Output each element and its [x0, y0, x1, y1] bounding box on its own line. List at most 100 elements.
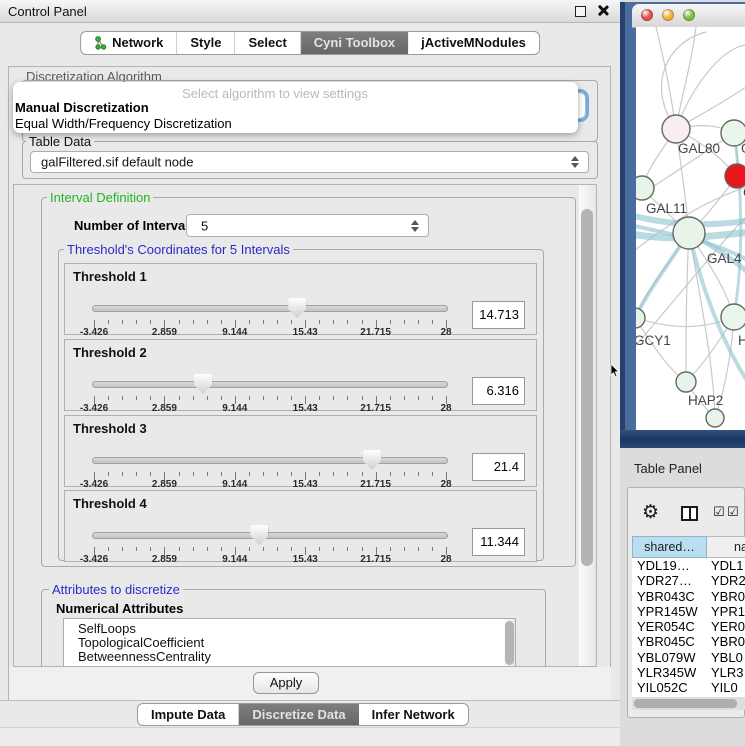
network-canvas[interactable]: GAL80GACGAL11GAL4GCY1HHAP2 — [636, 27, 745, 430]
gear-icon[interactable]: ⚙ — [642, 503, 659, 522]
number-of-intervals-combobox[interactable]: 5 — [186, 214, 429, 237]
attributes-group-title: Attributes to discretize — [49, 582, 183, 597]
slider-tick — [179, 547, 180, 551]
slider-tick — [193, 547, 194, 551]
slider-tick — [136, 547, 137, 551]
network-node[interactable] — [676, 372, 696, 392]
table-row[interactable]: YER054C YER0 — [632, 619, 745, 634]
attribute-item[interactable]: SelfLoops — [64, 622, 515, 636]
tab-style[interactable]: Style — [177, 32, 235, 54]
network-window-titlebar[interactable] — [632, 4, 745, 28]
slider-tick — [263, 547, 264, 551]
slider-tick — [122, 396, 123, 400]
bottom-tab-discretize-data[interactable]: Discretize Data — [239, 704, 358, 725]
slider-tick — [122, 472, 123, 476]
network-edge[interactable] — [686, 233, 689, 382]
threshold-value-field[interactable]: 6.316 — [472, 377, 525, 405]
node-label: GCY1 — [636, 333, 671, 348]
settings-scrollbar[interactable] — [579, 185, 596, 666]
slider-thumb[interactable] — [288, 298, 306, 318]
combo-spinner-icon[interactable] — [571, 156, 579, 168]
tab-network[interactable]: Network — [81, 32, 177, 54]
table-data-combobox[interactable]: galFiltered.sif default node — [30, 151, 589, 173]
network-node[interactable] — [673, 217, 705, 249]
cell-shared-name: YER054C — [637, 619, 695, 634]
combo-spinner-icon[interactable] — [411, 220, 419, 232]
table-row[interactable]: YLR345WYLR3 — [632, 665, 745, 680]
minimize-traffic-light-icon[interactable] — [662, 9, 674, 21]
network-window-bottom-frame — [620, 430, 745, 448]
numerical-attributes-list[interactable]: SelfLoopsTopologicalCoefficientBetweenne… — [63, 618, 516, 667]
slider-tick — [347, 472, 348, 476]
bottom-tab-infer-network[interactable]: Infer Network — [359, 704, 468, 725]
slider-tick — [108, 396, 109, 400]
network-node[interactable] — [706, 409, 724, 427]
checkbox-icon[interactable]: ☑ — [727, 505, 739, 520]
slider-thumb[interactable] — [363, 450, 381, 470]
tab-label: Impute Data — [151, 703, 225, 726]
table-horizontal-scrollbar[interactable] — [632, 697, 745, 710]
cell-name: YER0 — [711, 619, 745, 634]
attribute-item[interactable]: TopologicalCoefficient — [64, 636, 515, 650]
close-icon[interactable] — [597, 5, 608, 16]
slider-tick-label: 28 — [423, 554, 469, 565]
tab-select[interactable]: Select — [235, 32, 300, 54]
cell-name: YPR1 — [711, 604, 745, 619]
tab-jactivemnodules[interactable]: jActiveMNodules — [408, 32, 539, 54]
tab-cyni-toolbox[interactable]: Cyni Toolbox — [301, 32, 408, 54]
column-header-name[interactable]: na — [707, 536, 745, 558]
threshold-value-field[interactable]: 21.4 — [472, 453, 525, 481]
network-node[interactable] — [725, 164, 745, 188]
network-node[interactable] — [662, 115, 690, 143]
slider-track[interactable] — [92, 532, 448, 539]
cell-shared-name: YPR145W — [637, 604, 698, 619]
table-row[interactable]: YDR27…YDR2 — [632, 573, 745, 588]
cell-shared-name: YBR043C — [637, 589, 695, 604]
threshold-panel-2: Threshold 2-3.4262.8599.14415.4321.71528… — [64, 339, 537, 411]
network-edge[interactable] — [676, 45, 745, 129]
column-header-shared-name[interactable]: shared… — [632, 536, 707, 558]
slider-track[interactable] — [92, 305, 448, 312]
slider-tick — [291, 547, 292, 551]
slider-thumb[interactable] — [194, 374, 212, 394]
settings-scrollbar-thumb[interactable] — [581, 209, 593, 566]
slider-tick — [277, 472, 278, 476]
slider-tick-label: 21.715 — [353, 554, 399, 565]
threshold-value-field[interactable]: 14.713 — [472, 301, 525, 329]
table-row[interactable]: YIL052CYIL0 — [632, 680, 745, 695]
cell-shared-name: YIL052C — [637, 680, 688, 695]
table-scrollbar-thumb[interactable] — [634, 699, 737, 708]
bottom-tab-impute-data[interactable]: Impute Data — [138, 704, 239, 725]
slider-track[interactable] — [92, 381, 448, 388]
divider — [0, 700, 620, 701]
table-row[interactable]: YDL19…YDL1 — [632, 558, 745, 573]
slider-tick — [207, 547, 208, 551]
node-table[interactable]: YDL19…YDL1YDR27…YDR2YBR043CYBR0YPR145WYP… — [632, 558, 745, 697]
table-row[interactable]: YBR045CYBR0 — [632, 634, 745, 649]
attribute-item[interactable]: BetweennessCentrality — [64, 650, 515, 664]
checkbox-icon[interactable]: ☑ — [713, 505, 725, 520]
slider-track[interactable] — [92, 457, 448, 464]
float-window-icon[interactable] — [575, 6, 586, 17]
network-edge[interactable] — [676, 27, 696, 129]
network-edge[interactable] — [636, 318, 686, 382]
cell-shared-name: YDR27… — [637, 573, 692, 588]
node-label: GAL11 — [646, 201, 687, 216]
network-node[interactable] — [636, 308, 645, 328]
split-columns-icon[interactable] — [681, 506, 698, 521]
slider-thumb[interactable] — [250, 525, 268, 545]
table-row[interactable]: YBL079WYBL0 — [632, 650, 745, 665]
slider-tick-label: 2.859 — [141, 479, 187, 490]
threshold-value-field[interactable]: 11.344 — [472, 528, 525, 556]
apply-button[interactable]: Apply — [253, 672, 319, 694]
attributes-list-scrollbar[interactable] — [504, 619, 515, 667]
network-node[interactable] — [721, 304, 745, 330]
table-row[interactable]: YBR043CYBR0 — [632, 589, 745, 604]
network-node[interactable] — [636, 176, 654, 200]
table-row[interactable]: YPR145W YPR1 — [632, 604, 745, 619]
algorithm-option-1[interactable]: Manual Discretization — [15, 100, 149, 116]
network-edge[interactable] — [656, 27, 676, 129]
algorithm-option-2[interactable]: Equal Width/Frequency Discretization — [15, 116, 232, 132]
zoom-traffic-light-icon[interactable] — [683, 9, 695, 21]
close-traffic-light-icon[interactable] — [641, 9, 653, 21]
